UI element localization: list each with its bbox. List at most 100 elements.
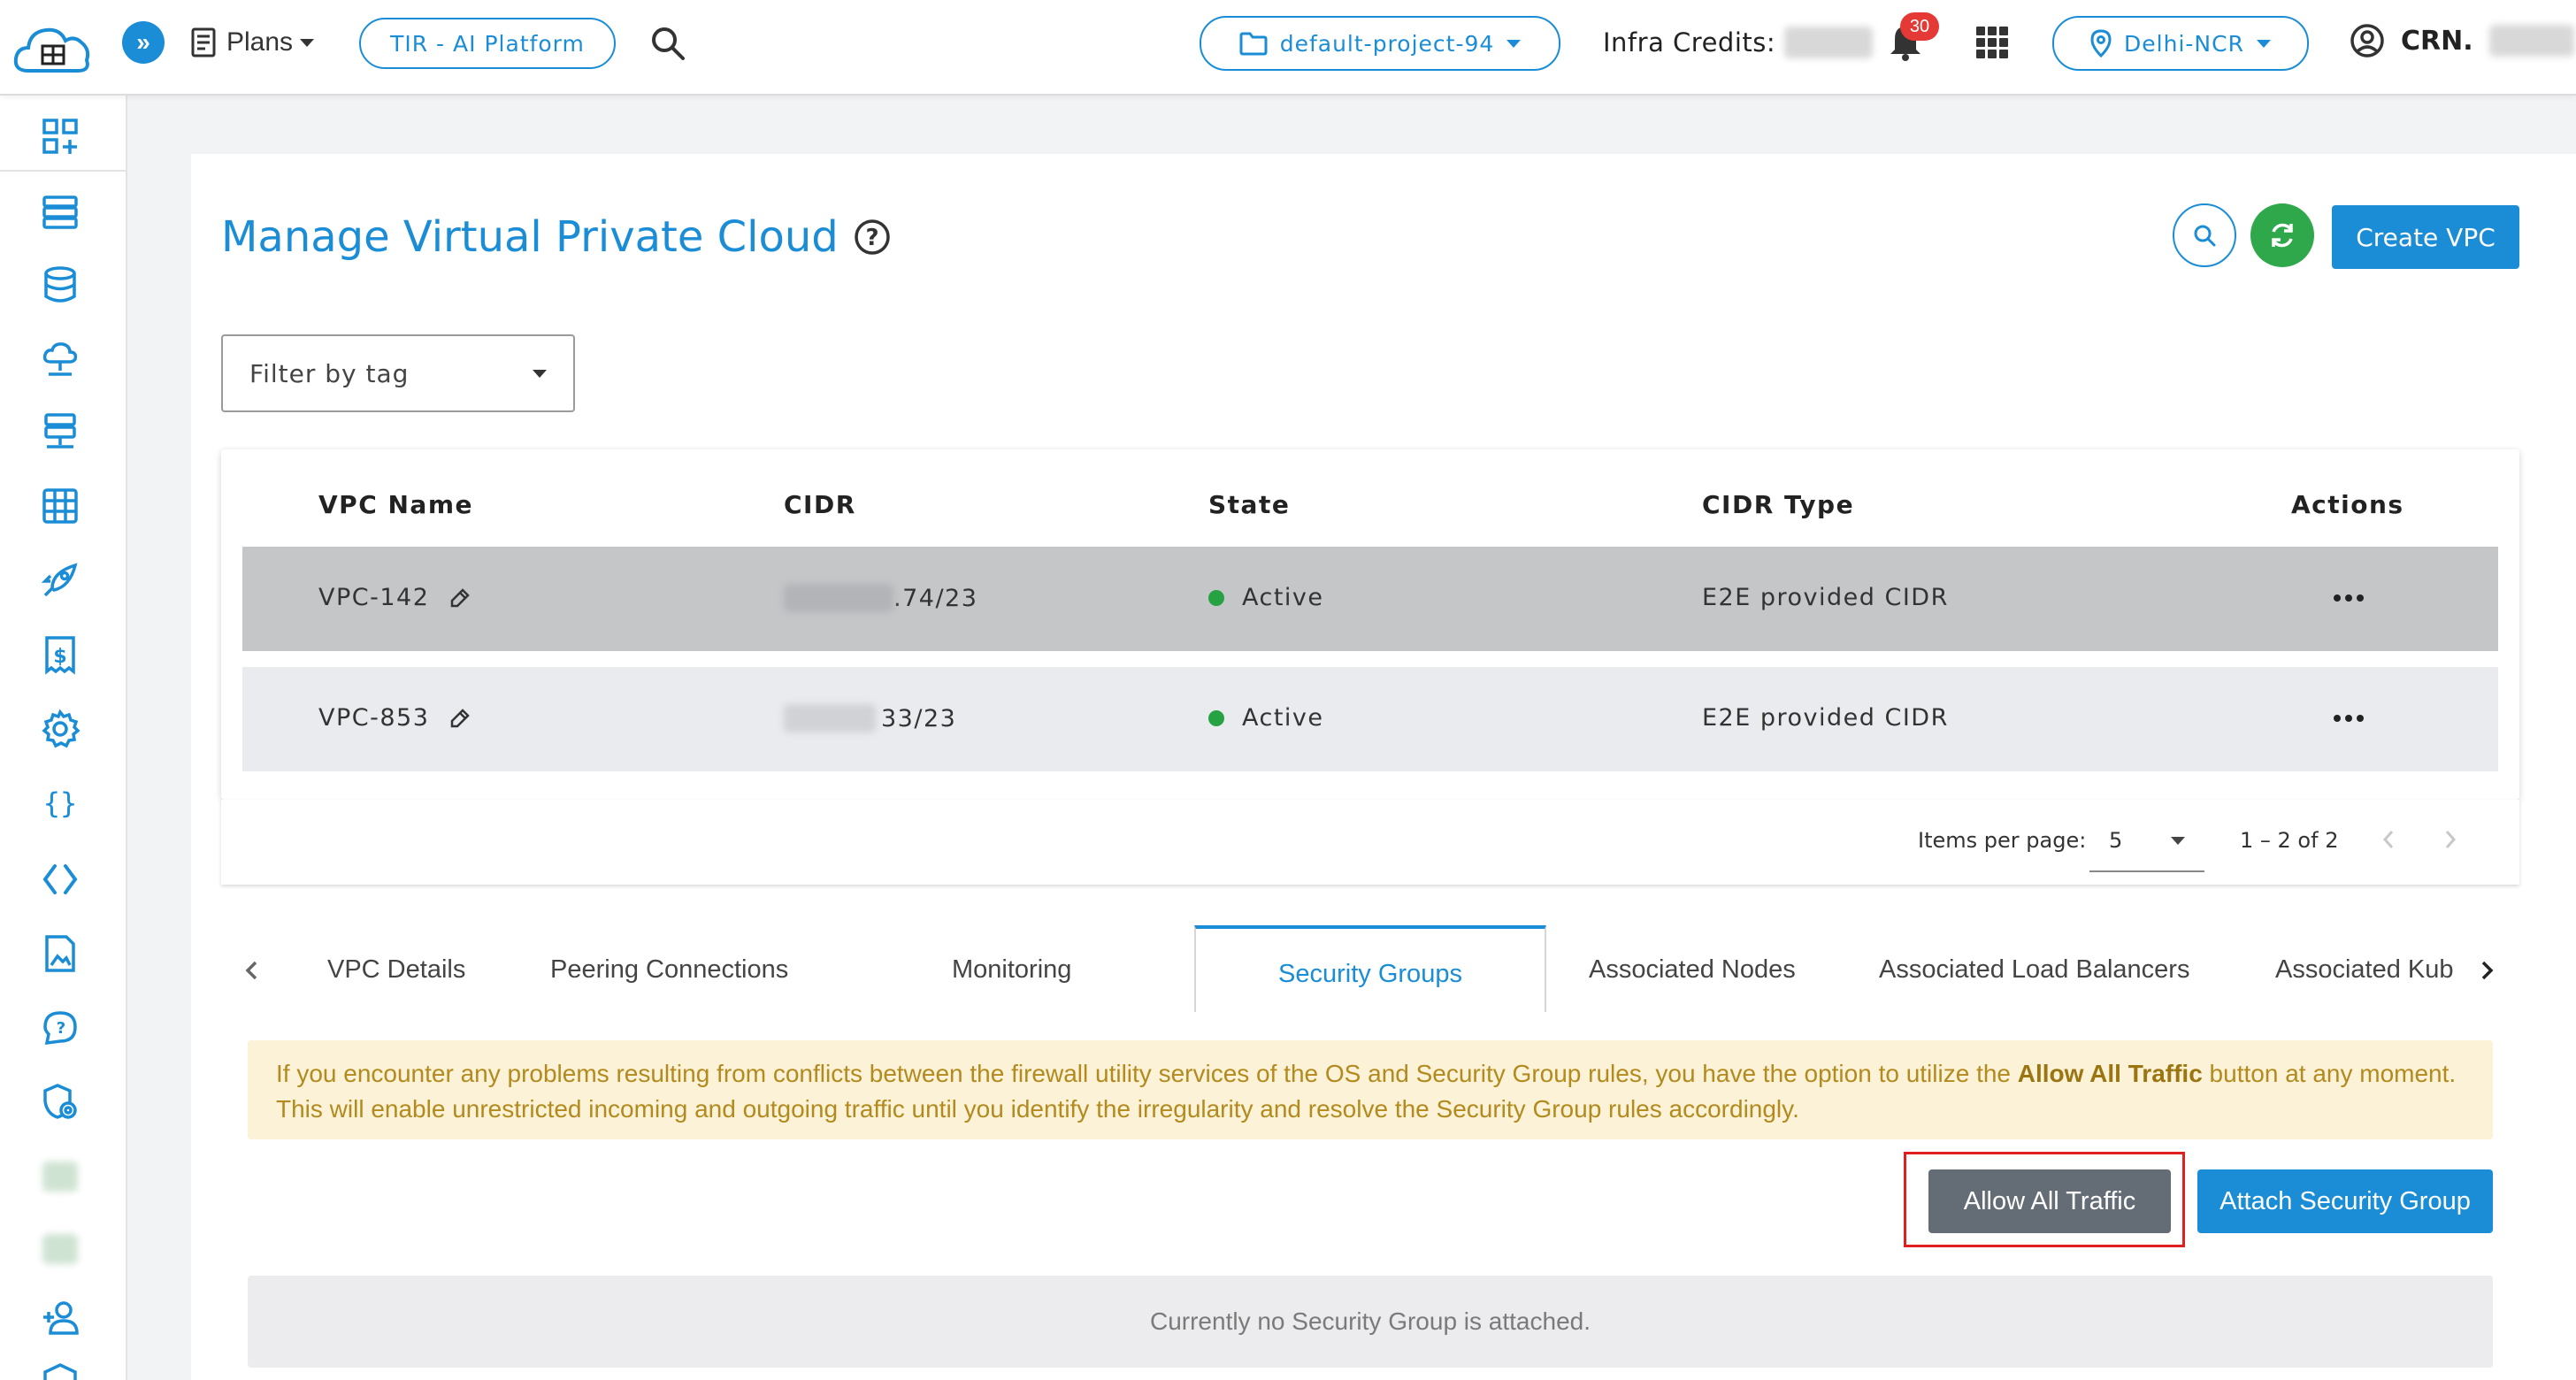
support-chat-icon[interactable]: ? xyxy=(39,1007,81,1049)
dashboard-add-icon[interactable] xyxy=(39,115,81,157)
infra-credits: Infra Credits: xyxy=(1603,27,1874,58)
vpc-name-cell: VPC-853 xyxy=(318,704,473,732)
page-size-value: 5 xyxy=(2109,828,2123,853)
svg-text:?: ? xyxy=(865,225,878,251)
code-brackets-icon[interactable] xyxy=(39,858,81,901)
billing-icon[interactable]: $ xyxy=(39,633,81,676)
cidr-prefix-redacted xyxy=(784,584,893,612)
svg-text:{}: {} xyxy=(43,786,78,820)
cidr-type-cell: E2E provided CIDR xyxy=(1702,704,1949,732)
tabs-scroll-left-icon[interactable] xyxy=(239,957,265,984)
add-user-icon[interactable] xyxy=(39,1297,81,1339)
attach-security-group-button[interactable]: Attach Security Group xyxy=(2197,1169,2493,1233)
table-grid-icon[interactable] xyxy=(39,485,81,527)
rocket-icon[interactable] xyxy=(39,559,81,602)
tab-associated-nodes[interactable]: Associated Nodes xyxy=(1589,955,1796,985)
infra-credits-value-redacted xyxy=(1784,27,1874,58)
infra-credits-label: Infra Credits: xyxy=(1603,27,1776,58)
account-menu[interactable]: CRN. xyxy=(2350,23,2574,58)
location-pin-icon xyxy=(2090,29,2112,58)
cidr-cell: 33/23 xyxy=(784,704,956,732)
search-icon[interactable] xyxy=(649,25,686,62)
tab-vpc-details[interactable]: VPC Details xyxy=(327,955,465,985)
create-vpc-button[interactable]: Create VPC xyxy=(2332,205,2519,269)
project-selector[interactable]: default-project-94 xyxy=(1200,16,1560,71)
empty-security-groups-message: Currently no Security Group is attached. xyxy=(248,1276,2493,1368)
plans-menu[interactable]: Plans xyxy=(189,23,315,62)
server-stack-icon[interactable] xyxy=(39,191,81,234)
items-per-page-label: Items per page: xyxy=(1918,828,2087,853)
column-header-state: State xyxy=(1208,490,1291,519)
filter-by-tag-select[interactable]: Filter by tag xyxy=(221,334,575,412)
chevron-down-icon xyxy=(1506,39,1522,48)
notice-text-before: If you encounter any problems resulting … xyxy=(276,1060,2018,1087)
dropdown-arrow-icon xyxy=(533,369,547,378)
e2e-cloud-logo[interactable] xyxy=(11,19,96,80)
table-row[interactable]: VPC-853 33/23 Active E2E provided CIDR xyxy=(242,667,2498,771)
top-bar: » Plans TIR - AI Platform default-projec… xyxy=(0,0,2576,96)
expand-sidebar-button[interactable]: » xyxy=(122,21,165,64)
next-page-icon[interactable] xyxy=(2440,826,2461,853)
state-cell: Active xyxy=(1208,584,1324,611)
user-account-icon xyxy=(2350,24,2384,58)
vpc-name: VPC-853 xyxy=(318,704,430,732)
search-vpc-button[interactable] xyxy=(2173,203,2236,267)
settings-gear-icon[interactable] xyxy=(39,708,81,750)
state-label: Active xyxy=(1242,704,1324,732)
cube-icon[interactable] xyxy=(39,1359,81,1380)
active-status-dot xyxy=(1208,589,1224,606)
help-circle-icon[interactable]: ? xyxy=(853,218,892,257)
blurred-menu-item-icon[interactable] xyxy=(39,1155,81,1198)
crn-value-redacted xyxy=(2488,25,2574,57)
cidr-cell: .74/23 xyxy=(784,584,978,612)
edit-pencil-icon[interactable] xyxy=(447,585,473,611)
refresh-button[interactable] xyxy=(2250,203,2314,267)
cloud-network-icon[interactable] xyxy=(39,338,81,380)
notice-bold-text: Allow All Traffic xyxy=(2017,1060,2203,1087)
sidebar-divider xyxy=(0,170,127,172)
apps-grid-icon[interactable] xyxy=(1976,27,2008,58)
plans-document-icon xyxy=(191,27,216,58)
region-selector[interactable]: Delhi-NCR xyxy=(2052,16,2309,71)
vpc-name-cell: VPC-142 xyxy=(318,584,473,611)
network-server-icon[interactable] xyxy=(39,410,81,453)
tabs-scroll-right-icon[interactable] xyxy=(2473,957,2500,984)
allow-all-traffic-button[interactable]: Allow All Traffic xyxy=(1928,1169,2171,1233)
left-sidebar: $ {} ? xyxy=(0,96,127,1380)
state-cell: Active xyxy=(1208,704,1324,732)
row-actions-menu[interactable] xyxy=(2334,594,2364,602)
row-actions-menu[interactable] xyxy=(2334,715,2364,722)
tab-associated-kub[interactable]: Associated Kub xyxy=(2275,955,2457,985)
cidr-suffix: .74/23 xyxy=(893,584,978,612)
tab-security-groups-label: Security Groups xyxy=(1278,959,1462,988)
previous-page-icon[interactable] xyxy=(2378,826,2399,853)
chevron-down-icon xyxy=(300,38,315,47)
active-status-dot xyxy=(1208,709,1224,726)
region-label: Delhi-NCR xyxy=(2124,30,2244,57)
tab-peering-connections[interactable]: Peering Connections xyxy=(550,955,788,985)
vpc-name: VPC-142 xyxy=(318,584,430,611)
column-header-actions: Actions xyxy=(2291,490,2404,519)
column-header-cidr-type: CIDR Type xyxy=(1702,490,1855,519)
search-icon xyxy=(2194,225,2216,247)
blurred-menu-item-icon[interactable] xyxy=(39,1228,81,1270)
document-image-icon[interactable] xyxy=(39,932,81,975)
tab-monitoring[interactable]: Monitoring xyxy=(952,955,1071,985)
curly-braces-icon[interactable]: {} xyxy=(39,782,81,824)
tir-platform-button[interactable]: TIR - AI Platform xyxy=(359,18,616,69)
cidr-type-cell: E2E provided CIDR xyxy=(1702,584,1949,611)
table-row[interactable]: VPC-142 .74/23 Active E2E provided CIDR xyxy=(242,547,2498,651)
tab-associated-load-balancers[interactable]: Associated Load Balancers xyxy=(1879,955,2189,985)
database-icon[interactable] xyxy=(39,264,81,306)
more-horizontal-icon xyxy=(2334,715,2364,722)
folder-icon xyxy=(1239,32,1268,56)
tab-security-groups[interactable]: Security Groups xyxy=(1194,925,1546,1012)
column-header-cidr: CIDR xyxy=(784,490,856,519)
cidr-prefix-redacted xyxy=(784,704,876,732)
page-size-select[interactable]: 5 xyxy=(2089,810,2204,872)
edit-pencil-icon[interactable] xyxy=(447,705,473,732)
shield-settings-icon[interactable] xyxy=(39,1081,81,1123)
cidr-suffix: 33/23 xyxy=(881,704,957,732)
page-title: Manage Virtual Private Cloud ? xyxy=(221,212,892,262)
tir-platform-label: TIR - AI Platform xyxy=(390,30,585,57)
